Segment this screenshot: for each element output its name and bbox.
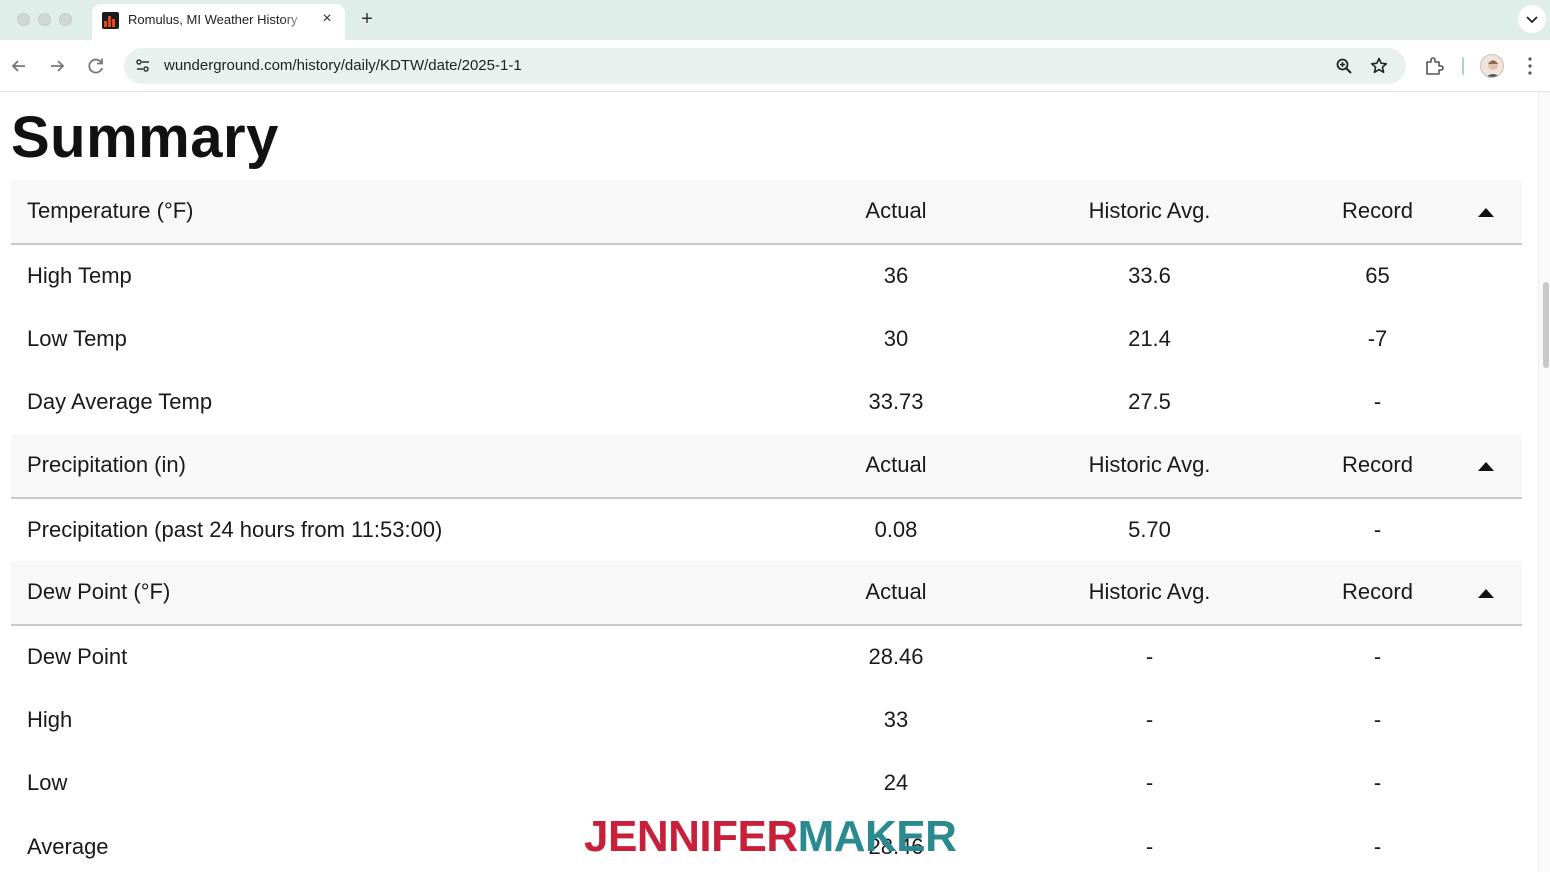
column-header-record: Record [1319,180,1436,245]
row-label: Day Average Temp [27,389,213,415]
chevron-down-icon [1526,16,1538,24]
historic-avg-value: - [1145,706,1154,732]
scrollbar-thumb[interactable] [1543,282,1549,368]
browser-toolbar: wunderground.com/history/daily/KDTW/date… [0,40,1550,92]
profile-avatar[interactable] [1480,54,1504,78]
table-row: Day Average Temp 33.73 27.5 - [11,371,1522,435]
reload-icon [88,58,103,74]
table-row: High Temp 36 33.6 65 [11,244,1522,308]
record-value: - [1373,516,1382,542]
tab-strip: Romulus, MI Weather History × + [0,0,1550,40]
tab-title: Romulus, MI Weather History [128,12,298,27]
arrow-right-icon [51,60,65,72]
record-value: - [1373,643,1382,669]
column-header-record: Record [1319,561,1436,626]
jennifermaker-watermark-logo: JENNIFERMAKER [584,812,957,861]
row-label: High Temp [27,262,132,288]
row-label: High [27,706,73,732]
historic-avg-value: - [1145,833,1154,859]
actual-value: 24 [883,770,909,796]
historic-avg-value: 21.4 [1128,325,1171,351]
section-header-row: Precipitation (in) Actual Historic Avg. Rec… [11,434,1522,499]
column-header-record: Record [1319,434,1436,499]
table-row: Low 24 - - [11,752,1522,816]
window-close-button[interactable] [17,13,30,26]
url-text[interactable]: wunderground.com/history/daily/KDTW/date… [164,57,522,74]
section-header-row: Dew Point (°F) Actual Historic Avg. Record [11,561,1522,626]
record-value: - [1373,389,1382,415]
column-header-actual: Actual [812,561,980,626]
page-title: Summary [11,105,279,170]
bookmark-star-icon[interactable] [1370,57,1388,75]
tab-close-icon[interactable]: × [318,10,336,28]
actual-value: 28.46 [868,643,924,669]
section-title: Dew Point (°F) [11,561,812,626]
actual-value: 0.08 [874,516,918,542]
column-header-historic-avg: Historic Avg. [980,180,1319,245]
column-header-actual: Actual [812,180,980,245]
actual-value: 36 [883,262,909,288]
row-label: Low [27,770,68,796]
row-label: Dew Point [27,643,128,669]
browser-menu-icon[interactable] [1520,55,1540,77]
column-header-historic-avg: Historic Avg. [980,561,1319,626]
historic-avg-value: - [1145,643,1154,669]
watermark-part-1: JENNIFER [584,812,798,861]
watermark-part-2: MAKER [797,812,957,861]
historic-avg-value: 27.5 [1128,389,1171,415]
wunderground-favicon-icon [102,12,119,29]
record-value: -7 [1367,325,1388,351]
record-value: 65 [1365,262,1390,288]
section-collapse-toggle[interactable] [1436,180,1522,245]
zoom-icon[interactable] [1335,57,1353,75]
section-collapse-toggle[interactable] [1436,434,1522,499]
table-row: Precipitation (past 24 hours from 11:53:… [11,498,1522,562]
section-title: Precipitation (in) [11,434,812,499]
table-row: Low Temp 30 21.4 -7 [11,307,1522,371]
new-tab-button[interactable]: + [356,8,378,30]
record-value: - [1373,770,1382,796]
record-value: - [1373,706,1382,732]
caret-up-icon [1478,588,1494,598]
section-title: Temperature (°F) [11,180,812,245]
reload-button[interactable] [84,54,108,78]
historic-avg-value: 33.6 [1128,262,1171,288]
historic-avg-value: - [1145,770,1154,796]
tab-search-button[interactable] [1518,5,1546,33]
browser-tab[interactable]: Romulus, MI Weather History × [92,4,345,40]
window-zoom-button[interactable] [59,13,72,26]
page-content: Summary Temperature (°F) Actual Historic A… [0,92,1538,872]
window-minimize-button[interactable] [38,13,51,26]
historic-avg-value: 5.70 [1128,516,1171,542]
section-header-row: Temperature (°F) Actual Historic Avg. Recor… [11,180,1522,245]
caret-up-icon [1478,461,1494,471]
record-value: - [1373,833,1382,859]
section-collapse-toggle[interactable] [1436,561,1522,626]
site-settings-icon[interactable] [134,57,152,75]
scrollbar-track[interactable] [1538,92,1550,872]
address-bar[interactable]: wunderground.com/history/daily/KDTW/date… [124,48,1406,84]
person-avatar-icon [1486,60,1500,77]
actual-value: 33.73 [868,389,924,415]
column-header-actual: Actual [812,434,980,499]
forward-button[interactable] [45,54,69,78]
back-button[interactable] [7,54,31,78]
caret-up-icon [1478,207,1494,217]
column-header-historic-avg: Historic Avg. [980,434,1319,499]
table-row: High 33 - - [11,688,1522,752]
table-row: Dew Point 28.46 - - [11,625,1522,689]
summary-table: Temperature (°F) Actual Historic Avg. Recor… [11,180,1522,872]
toolbar-divider [1462,57,1464,75]
actual-value: 30 [883,325,909,351]
arrow-left-icon [11,60,25,72]
extensions-puzzle-icon[interactable] [1423,55,1445,77]
actual-value: 33 [883,706,909,732]
row-label: Precipitation (past 24 hours from 11:53:… [27,516,443,542]
row-label: Low Temp [27,325,127,351]
